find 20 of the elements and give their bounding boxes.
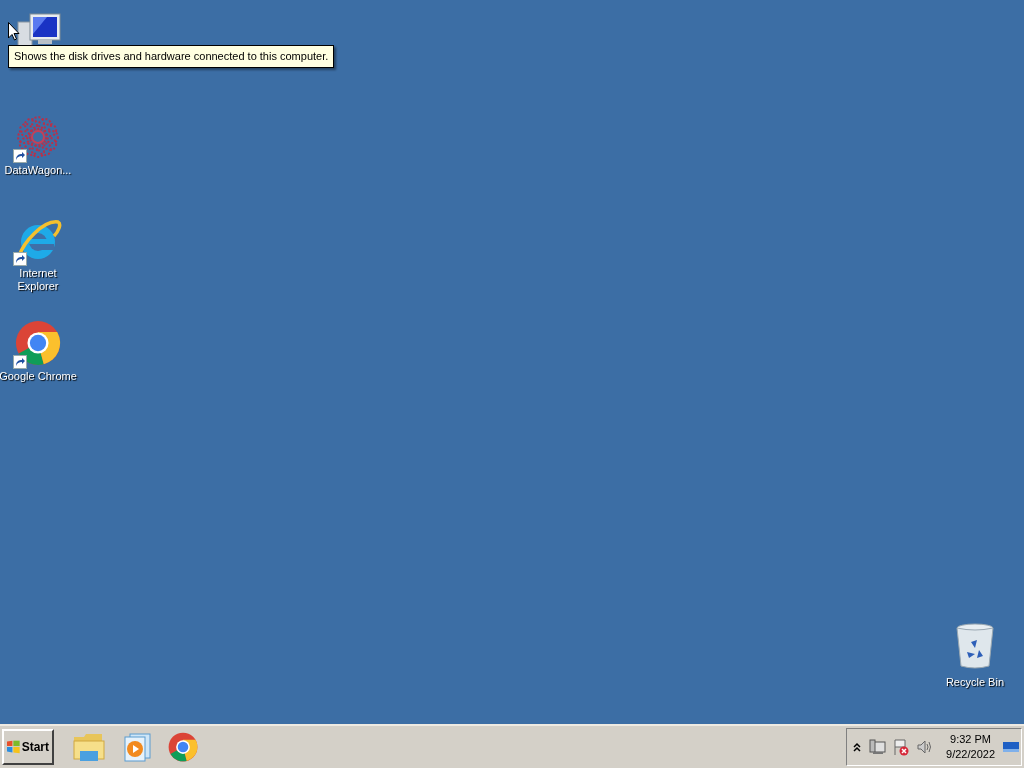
network-icon[interactable] [868, 738, 887, 756]
chevron-up-icon[interactable] [853, 742, 862, 752]
tooltip: Shows the disk drives and hardware connected to this computer. [8, 45, 335, 68]
start-button[interactable]: Start [2, 729, 54, 765]
clock-date[interactable]: 9/22/2022 [946, 747, 995, 762]
icon-label[interactable]: Internet Explorer [0, 267, 78, 293]
windows-logo-icon [7, 740, 20, 754]
recycle-bin-icon [954, 621, 995, 670]
folder-icon[interactable] [72, 731, 106, 763]
icon-label[interactable]: Recycle Bin [945, 673, 1004, 690]
flower-icon [14, 113, 62, 161]
chrome-icon [168, 732, 198, 762]
flag-icon[interactable] [892, 738, 911, 756]
icon-label[interactable]: DataWagon... [0, 164, 78, 177]
mouse-pointer-icon [8, 22, 20, 41]
show-desktop-icon[interactable] [1003, 740, 1019, 754]
icon-label[interactable]: Google Chrome [0, 370, 78, 383]
clock-time[interactable]: 9:32 PM [950, 732, 991, 747]
media-player-icon[interactable] [122, 732, 152, 762]
chrome-icon [15, 320, 61, 366]
